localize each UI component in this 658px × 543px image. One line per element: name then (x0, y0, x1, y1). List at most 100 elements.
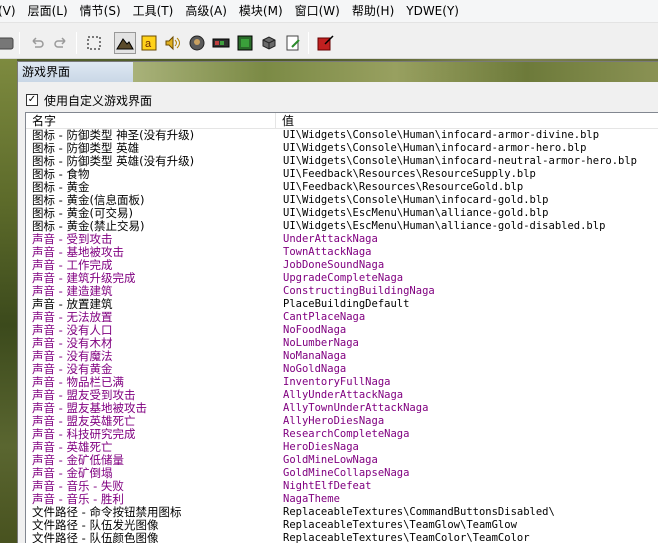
dialog-title: 游戏界面 (22, 65, 71, 79)
list-item[interactable]: 声音 - 没有人口 NoFoodNaga (26, 324, 658, 337)
list-item-value: ResearchCompleteNaga (283, 428, 410, 440)
list-item-name: 声音 - 科技研究完成 (32, 428, 136, 441)
import-icon[interactable] (315, 32, 337, 54)
list-item[interactable]: 声音 - 物品栏已满 InventoryFullNaga (26, 376, 658, 389)
list-item-value: ReplaceableTextures\CommandButtonsDisabl… (283, 506, 555, 518)
menu-view[interactable]: (V) (0, 0, 22, 23)
sound-icon[interactable] (162, 32, 184, 54)
list-item-name: 图标 - 食物 (32, 168, 90, 181)
menu-module[interactable]: 模块(M) (233, 0, 289, 23)
doodad-icon[interactable]: a (138, 32, 160, 54)
list-item[interactable]: 声音 - 音乐 - 失败 NightElfDefeat (26, 480, 658, 493)
list-item-name: 声音 - 无法放置 (32, 311, 113, 324)
list-item[interactable]: 声音 - 音乐 - 胜利 NagaTheme (26, 493, 658, 506)
list-item-name: 声音 - 物品栏已满 (32, 376, 124, 389)
dialog-titlebar[interactable]: 游戏界面 (18, 62, 658, 82)
list-item-value: UI\Widgets\EscMenu\Human\alliance-gold.b… (283, 207, 549, 219)
game-interface-dialog: 游戏界面 ✓ 使用自定义游戏界面 名字 值 图标 - 防御类型 神圣(没有升级)… (17, 61, 658, 543)
interface-list[interactable]: 名字 值 图标 - 防御类型 神圣(没有升级) UI\Widgets\Consol… (25, 112, 658, 543)
object-editor-icon[interactable] (282, 32, 304, 54)
list-item-name: 声音 - 盟友英雄死亡 (32, 415, 136, 428)
list-item[interactable]: 图标 - 防御类型 英雄 UI\Widgets\Console\Human\inf… (26, 142, 658, 155)
list-item[interactable]: 声音 - 盟友英雄死亡 AllyHeroDiesNaga (26, 415, 658, 428)
select-icon[interactable] (83, 32, 105, 54)
list-item[interactable]: 声音 - 受到攻击 UnderAttackNaga (26, 233, 658, 246)
list-item-value: ReplaceableTextures\TeamColor\TeamColor (283, 532, 530, 543)
list-item-name: 声音 - 建筑升级完成 (32, 272, 136, 285)
list-item[interactable]: 图标 - 黄金(可交易) UI\Widgets\EscMenu\Human\all… (26, 207, 658, 220)
menu-window[interactable]: 窗口(W) (289, 0, 346, 23)
redo-icon[interactable] (50, 32, 72, 54)
toolbar-separator (308, 32, 309, 54)
list-item-value: HeroDiesNaga (283, 441, 359, 453)
unit-icon[interactable] (186, 32, 208, 54)
list-item-value: UI\Widgets\Console\Human\infocard-armor-… (283, 142, 587, 154)
list-item[interactable]: 声音 - 建造建筑 ConstructingBuildingNaga (26, 285, 658, 298)
item-icon[interactable] (210, 32, 232, 54)
list-item-name: 声音 - 音乐 - 失败 (32, 480, 124, 493)
list-item[interactable]: 声音 - 没有魔法 NoManaNaga (26, 350, 658, 363)
camera-icon[interactable] (258, 32, 280, 54)
list-item[interactable]: 声音 - 英雄死亡 HeroDiesNaga (26, 441, 658, 454)
list-item[interactable]: 声音 - 盟友受到攻击 AllyUnderAttackNaga (26, 389, 658, 402)
menu-ydwe[interactable]: YDWE(Y) (400, 0, 465, 23)
list-item[interactable]: 声音 - 无法放置 CantPlaceNaga (26, 311, 658, 324)
list-item[interactable]: 图标 - 防御类型 英雄(没有升级) UI\Widgets\Console\Hum… (26, 155, 658, 168)
list-item-value: NoGoldNaga (283, 363, 347, 375)
list-item-value: UI\Widgets\Console\Human\infocard-armor-… (283, 129, 600, 141)
list-item[interactable]: 声音 - 金矿倒塌 GoldMineCollapseNaga (26, 467, 658, 480)
list-item-name: 声音 - 音乐 - 胜利 (32, 493, 124, 506)
undo-icon[interactable] (26, 32, 48, 54)
list-item-name: 声音 - 没有木材 (32, 337, 113, 350)
toolbar-separator (19, 32, 20, 54)
list-item-value: GoldMineLowNaga (283, 454, 378, 466)
menu-layer[interactable]: 层面(L) (22, 0, 74, 23)
list-item-value: AllyTownUnderAttackNaga (283, 402, 429, 414)
list-item[interactable]: 声音 - 放置建筑 PlaceBuildingDefault (26, 298, 658, 311)
list-item-name: 声音 - 金矿倒塌 (32, 467, 113, 480)
list-item[interactable]: 图标 - 黄金(信息面板) UI\Widgets\Console\Human\in… (26, 194, 658, 207)
list-item[interactable]: 图标 - 黄金 UI\Feedback\Resources\ResourceGol… (26, 181, 658, 194)
list-item-value: InventoryFullNaga (283, 376, 391, 388)
list-item[interactable]: 文件路径 - 队伍发光图像 ReplaceableTextures\TeamGlo… (26, 519, 658, 532)
menu-help[interactable]: 帮助(H) (346, 0, 400, 23)
list-item-name: 文件路径 - 队伍发光图像 (32, 519, 159, 532)
list-item-name: 声音 - 没有人口 (32, 324, 113, 337)
list-item-value: NoLumberNaga (283, 337, 359, 349)
list-item[interactable]: 声音 - 盟友基地被攻击 AllyTownUnderAttackNaga (26, 402, 658, 415)
terrain-icon[interactable] (114, 32, 136, 54)
list-item[interactable]: 文件路径 - 命令按钮禁用图标 ReplaceableTextures\Comma… (26, 506, 658, 519)
list-item[interactable]: 声音 - 基地被攻击 TownAttackNaga (26, 246, 658, 259)
list-item-value: JobDoneSoundNaga (283, 259, 385, 271)
list-item-value: NoManaNaga (283, 350, 347, 362)
list-item-name: 声音 - 建造建筑 (32, 285, 113, 298)
column-header-value[interactable]: 值 (276, 113, 658, 129)
list-item-value: TownAttackNaga (283, 246, 372, 258)
list-item-name: 声音 - 盟友基地被攻击 (32, 402, 147, 415)
list-item[interactable]: 声音 - 建筑升级完成 UpgradeCompleteNaga (26, 272, 658, 285)
list-item-name: 声音 - 金矿低储量 (32, 454, 124, 467)
use-custom-interface-checkbox[interactable]: ✓ 使用自定义游戏界面 (26, 92, 152, 108)
use-custom-interface-label: 使用自定义游戏界面 (44, 93, 153, 108)
list-item-value: GoldMineCollapseNaga (283, 467, 410, 479)
list-item[interactable]: 声音 - 没有黄金 NoGoldNaga (26, 363, 658, 376)
list-item[interactable]: 文件路径 - 队伍颜色图像 ReplaceableTextures\TeamCol… (26, 532, 658, 543)
menu-advanced[interactable]: 高级(A) (179, 0, 233, 23)
list-item-value: UI\Feedback\Resources\ResourceSupply.blp (283, 168, 536, 180)
list-item[interactable]: 声音 - 科技研究完成 ResearchCompleteNaga (26, 428, 658, 441)
list-item[interactable]: 图标 - 食物 UI\Feedback\Resources\ResourceSup… (26, 168, 658, 181)
list-item-value: AllyUnderAttackNaga (283, 389, 404, 401)
svg-text:a: a (145, 38, 152, 50)
region-icon[interactable] (234, 32, 256, 54)
menu-tools[interactable]: 工具(T) (127, 0, 180, 23)
list-item[interactable]: 图标 - 防御类型 神圣(没有升级) UI\Widgets\Console\Hum… (26, 129, 658, 142)
list-item[interactable]: 声音 - 金矿低储量 GoldMineLowNaga (26, 454, 658, 467)
list-item-value: PlaceBuildingDefault (283, 298, 410, 310)
tool-icon[interactable] (0, 32, 16, 54)
checkbox-box[interactable]: ✓ (26, 94, 38, 106)
column-header-name[interactable]: 名字 (26, 113, 276, 129)
list-item[interactable]: 声音 - 工作完成 JobDoneSoundNaga (26, 259, 658, 272)
menu-scenario[interactable]: 情节(S) (74, 0, 127, 23)
list-item[interactable]: 图标 - 黄金(禁止交易) UI\Widgets\EscMenu\Human\al… (26, 220, 658, 233)
list-item[interactable]: 声音 - 没有木材 NoLumberNaga (26, 337, 658, 350)
